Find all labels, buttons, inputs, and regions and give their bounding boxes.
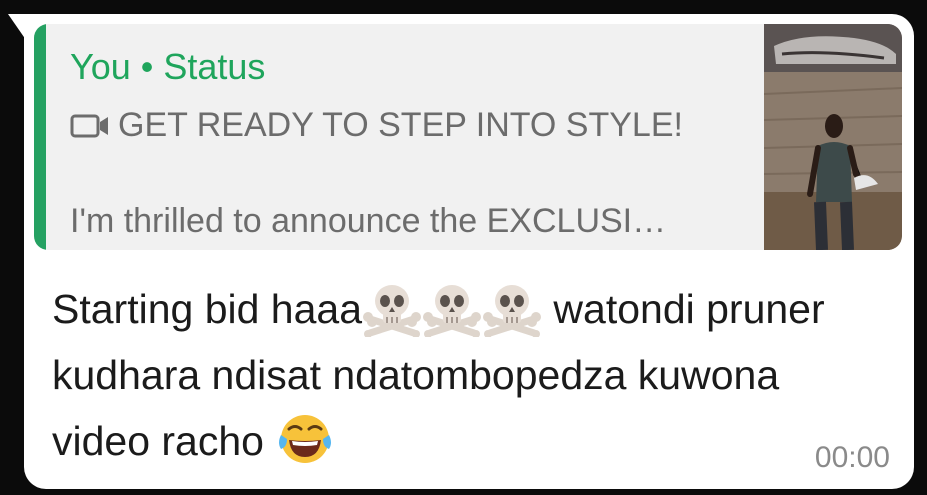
quote-title-row: GET READY TO STEP INTO STYLE! bbox=[70, 106, 683, 145]
face-with-tears-of-joy-emoji-icon bbox=[275, 409, 335, 469]
quote-preview: I'm thrilled to announce the EXCLUSI… bbox=[70, 202, 667, 240]
skull-crossbones-emoji-icon bbox=[422, 277, 482, 337]
quote-accent-bar bbox=[34, 24, 46, 250]
quote-title: GET READY TO STEP INTO STYLE! bbox=[118, 106, 683, 144]
skull-crossbones-emoji-icon bbox=[482, 277, 542, 337]
quoted-status-reply[interactable]: You • Status GET READY TO STEP INTO STYL… bbox=[34, 24, 902, 250]
skull-crossbones-emoji-icon bbox=[362, 277, 422, 337]
video-camera-icon bbox=[70, 111, 110, 141]
message-bubble[interactable]: You • Status GET READY TO STEP INTO STYL… bbox=[24, 14, 914, 489]
quote-author: You • Status bbox=[70, 46, 266, 87]
message-text: Starting bid haaa watondi pruner kudhara… bbox=[52, 276, 872, 474]
message-timestamp: 00:00 bbox=[814, 441, 890, 474]
message-text-part1: Starting bid haaa bbox=[52, 286, 363, 332]
status-video-thumbnail[interactable] bbox=[764, 24, 902, 250]
